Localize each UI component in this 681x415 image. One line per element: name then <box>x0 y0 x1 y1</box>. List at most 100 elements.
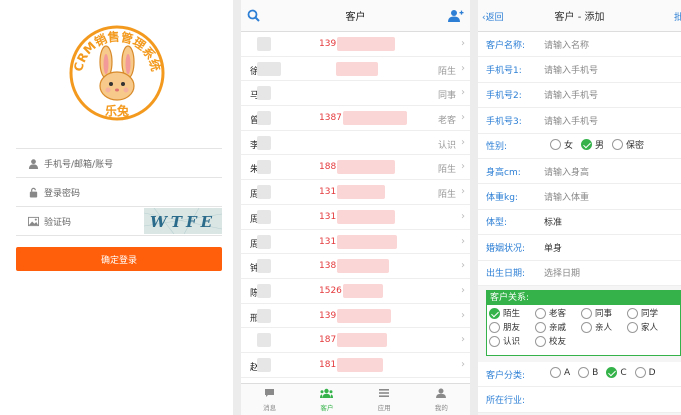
option-label: 家人 <box>641 323 659 333</box>
option-label: 朋友 <box>503 323 521 333</box>
form-field[interactable]: 手机号1: 请输入手机号 <box>478 57 681 83</box>
customer-row[interactable]: 钟 138 › <box>241 254 470 279</box>
radio-icon <box>489 335 500 347</box>
tab-customers[interactable]: 客户 <box>298 384 355 415</box>
relation-option[interactable]: 同学 <box>625 307 669 319</box>
chevron-right-icon: › <box>461 38 465 49</box>
apps-icon <box>379 388 390 402</box>
category-option[interactable]: C <box>600 367 627 379</box>
category-option[interactable]: B <box>572 367 599 379</box>
customer-phone: 131 <box>319 211 337 222</box>
captcha-field[interactable]: 验证码 WTFE <box>16 207 223 236</box>
tab-apps[interactable]: 应用 <box>356 384 413 415</box>
radio-icon <box>578 367 590 379</box>
gender-option[interactable]: 保密 <box>606 138 644 151</box>
customer-row[interactable]: 周 131 › <box>241 230 470 255</box>
customer-row[interactable]: 周 131 陌生 › <box>241 180 470 205</box>
form-field[interactable]: 手机号2: 请输入手机号 <box>478 83 681 109</box>
chat-icon <box>264 388 275 402</box>
customer-row[interactable]: 139 › <box>241 32 470 57</box>
birth-date-field[interactable]: 出生日期: 选择日期 <box>478 261 681 286</box>
lock-icon <box>29 187 38 198</box>
relation-option[interactable]: 亲人 <box>579 321 623 333</box>
radio-icon <box>581 139 593 151</box>
body-type-field[interactable]: 体型: 标准 <box>478 210 681 236</box>
add-form: 客户名称: 请输入名称 手机号1: 请输入手机号 手机号2: 请输入手机号 手机号3: 请输入… <box>478 32 681 286</box>
customer-row[interactable]: 曾 1387 老客 › <box>241 106 470 131</box>
customer-row[interactable]: 赵 181 › <box>241 353 470 378</box>
chevron-right-icon: › <box>461 161 465 173</box>
user-icon <box>28 158 39 169</box>
add-title: 客户 - 添加 <box>554 12 605 23</box>
tab-profile[interactable]: 我的 <box>413 384 470 415</box>
gender-option[interactable]: 女 <box>544 138 573 151</box>
login-button[interactable]: 确定登录 <box>16 247 222 271</box>
option-label: B <box>592 367 599 378</box>
customer-phone: 131 <box>319 187 337 198</box>
relation-option[interactable]: 朋友 <box>487 321 531 333</box>
add-user-icon[interactable] <box>448 9 464 22</box>
customer-phone: 138 <box>319 261 337 272</box>
radio-icon <box>581 321 592 333</box>
redacted-phone <box>337 209 395 224</box>
profile-icon <box>436 388 447 402</box>
relation-option[interactable]: 同事 <box>579 307 623 319</box>
chevron-right-icon: › <box>461 87 465 99</box>
weight-field[interactable]: 体重kg: 请输入体重 <box>478 184 681 210</box>
redacted-phone <box>337 37 395 51</box>
list-navbar: 客户 <box>241 0 470 32</box>
customer-row[interactable]: 马同事 › <box>241 81 470 107</box>
height-placeholder: 请输入身高 <box>544 167 590 178</box>
chevron-right-icon: › <box>461 284 465 296</box>
login-screen: CRM销售管理系统 乐兔 手机号/邮箱/账号 登录密码 验证码 WTFE 确定登… <box>0 0 233 415</box>
body-type-value: 标准 <box>544 218 563 229</box>
redacted-phone <box>337 357 383 372</box>
redacted-name <box>257 185 271 200</box>
customer-row[interactable]: 徐辉陌生› <box>241 57 470 82</box>
field-placeholder: 请输入手机号 <box>544 91 599 102</box>
relation-option[interactable]: 亲戚 <box>533 321 577 333</box>
option-label: 女 <box>564 141 574 152</box>
relation-option[interactable]: 陌生 <box>487 307 531 319</box>
redacted-name <box>257 283 271 298</box>
login-button-label: 确定登录 <box>100 255 137 266</box>
form-field[interactable]: 客户名称: 请输入名称 <box>478 32 681 58</box>
customer-row[interactable]: 朱 188 陌生 › <box>241 155 470 181</box>
marital-field[interactable]: 婚姻状况: 单身 <box>478 235 681 261</box>
customer-row[interactable]: 邢 139 › <box>241 304 470 329</box>
category-label: 客户分类: <box>486 370 526 381</box>
relation-option[interactable]: 老客 <box>533 307 577 319</box>
customer-phone: 139 <box>319 310 337 321</box>
chevron-right-icon: › <box>461 334 465 346</box>
customer-tag: 陌生 <box>437 190 456 201</box>
customer-tag: 老客 <box>437 116 456 127</box>
category-option[interactable]: A <box>544 367 570 379</box>
form-field[interactable]: 手机号3: 请输入手机号 <box>478 108 681 134</box>
radio-icon <box>606 367 618 379</box>
customer-row[interactable]: 李认识 › <box>241 131 470 156</box>
tab-chat[interactable]: 消息 <box>241 384 298 415</box>
radio-icon <box>535 335 546 347</box>
category-option[interactable]: D <box>629 367 656 379</box>
option-label: D <box>648 367 656 378</box>
gender-option[interactable]: 男 <box>575 138 604 151</box>
back-button[interactable]: ‹返回 <box>482 10 504 23</box>
phone-field[interactable]: 手机号/邮箱/账号 <box>16 149 222 178</box>
password-field[interactable]: 登录密码 <box>16 178 222 207</box>
relation-option[interactable]: 家人 <box>625 321 669 333</box>
customer-row[interactable]: 陈 1526 › <box>241 279 470 304</box>
height-field[interactable]: 身高cm: 请输入身高 <box>478 159 681 185</box>
customer-row[interactable]: 周 131 › <box>241 205 470 230</box>
captcha-image[interactable]: WTFE <box>143 207 223 235</box>
chevron-right-icon: › <box>461 112 465 124</box>
industry-field[interactable]: 所在行业: <box>478 387 681 413</box>
field-placeholder: 请输入名称 <box>544 40 590 51</box>
relation-option[interactable]: 校友 <box>533 335 577 347</box>
relation-option[interactable]: 认识 <box>487 335 531 347</box>
batch-button[interactable]: 批 <box>674 10 681 23</box>
image-icon <box>28 216 39 226</box>
option-label: 陌生 <box>503 309 521 319</box>
chevron-right-icon: › <box>461 260 465 272</box>
search-icon[interactable] <box>247 9 260 22</box>
customer-row[interactable]: 187 › <box>241 328 470 353</box>
